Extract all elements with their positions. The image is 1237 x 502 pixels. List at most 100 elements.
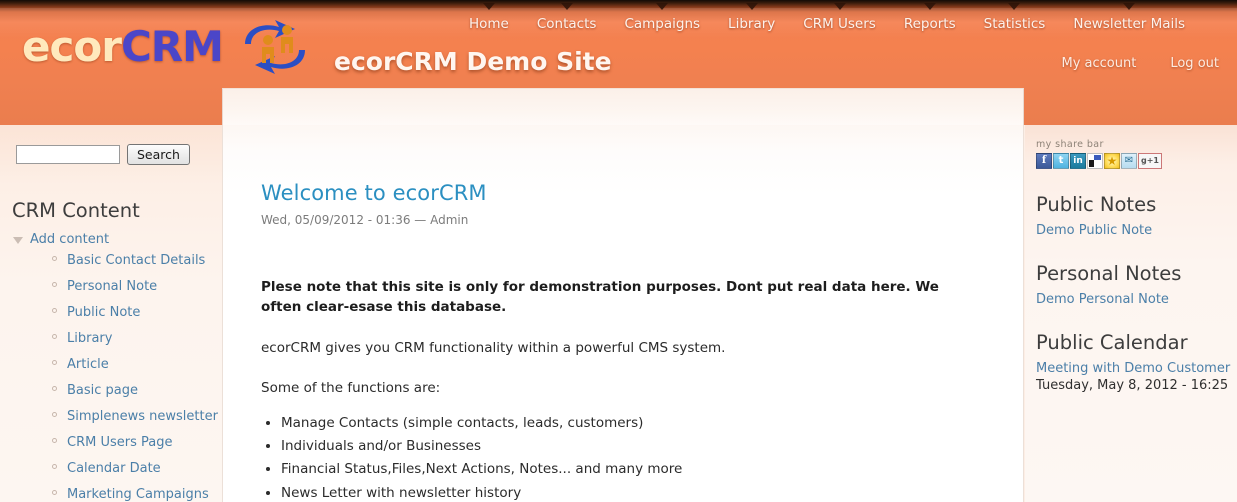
circle-bullet-icon: [52, 490, 57, 495]
circle-bullet-icon: [52, 360, 57, 365]
my-account-link[interactable]: My account: [1062, 56, 1137, 71]
email-icon[interactable]: ✉: [1121, 153, 1137, 169]
demo-warning-text: Plese note that this site is only for de…: [261, 279, 939, 316]
submenu-link-article[interactable]: Article: [67, 357, 109, 372]
circle-bullet-icon: [52, 438, 57, 443]
list-item[interactable]: Marketing Campaigns: [50, 481, 222, 502]
list-item[interactable]: Public Note: [50, 299, 222, 325]
crm-content-menu: Add content Basic Contact Details Person…: [0, 228, 222, 502]
left-sidebar: Search CRM Content Add content Basic Con…: [0, 125, 222, 502]
public-calendar-block-title: Public Calendar: [1036, 331, 1188, 354]
triangle-expand-icon[interactable]: [13, 237, 23, 244]
log-out-link[interactable]: Log out: [1170, 56, 1219, 71]
circle-bullet-icon: [52, 334, 57, 339]
list-item[interactable]: CRM Users Page: [50, 429, 222, 455]
submenu-link-calendar-date[interactable]: Calendar Date: [67, 461, 161, 476]
logo-text: ecorCRM: [22, 26, 224, 68]
submenu-link-marketing-campaigns[interactable]: Marketing Campaigns: [67, 487, 209, 502]
site-logo[interactable]: ecorCRM: [22, 18, 313, 76]
nav-item-library[interactable]: Library: [714, 2, 789, 38]
circle-bullet-icon: [52, 386, 57, 391]
nav-item-label: Campaigns: [624, 16, 701, 32]
site-header: ecorCRM Home Contacts Campaigns Library …: [0, 0, 1237, 125]
site-title: ecorCRM Demo Site: [334, 47, 612, 76]
nav-item-label: Contacts: [536, 16, 597, 32]
submenu-link-public-note[interactable]: Public Note: [67, 305, 140, 320]
circle-bullet-icon: [52, 308, 57, 313]
nav-item-campaigns[interactable]: Campaigns: [610, 2, 714, 38]
nav-item-home[interactable]: Home: [455, 2, 523, 38]
add-content-link[interactable]: Add content: [30, 232, 109, 247]
submenu-link-personal-note[interactable]: Personal Note: [67, 279, 157, 294]
list-item[interactable]: Personal Note: [50, 273, 222, 299]
list-item[interactable]: Article: [50, 351, 222, 377]
functions-list: Manage Contacts (simple contacts, leads,…: [281, 414, 985, 502]
circle-bullet-icon: [52, 464, 57, 469]
submenu-link-library[interactable]: Library: [67, 331, 112, 346]
nav-item-statistics[interactable]: Statistics: [970, 2, 1060, 38]
chevron-down-icon: [923, 3, 936, 10]
nav-item-label: Statistics: [983, 16, 1046, 32]
nav-item-label: Home: [469, 16, 509, 32]
nav-item-label: CRM Users: [803, 16, 876, 32]
logo-text-crm: CRM: [120, 22, 224, 71]
search-button[interactable]: Search: [127, 144, 190, 165]
chevron-down-icon: [656, 3, 669, 10]
main-content: Welcome to ecorCRM Wed, 05/09/2012 - 01:…: [222, 125, 1024, 502]
submenu-link-simplenews-newsletter[interactable]: Simplenews newsletter: [67, 409, 218, 424]
circle-bullet-icon: [52, 256, 57, 261]
list-item: Financial Status,Files,Next Actions, Not…: [281, 460, 985, 478]
logo-text-ecor: ecor: [22, 22, 122, 71]
circle-bullet-icon: [52, 412, 57, 417]
intro-paragraph: ecorCRM gives you CRM functionality with…: [261, 339, 726, 356]
nav-item-label: Reports: [903, 16, 956, 32]
page-body: Search CRM Content Add content Basic Con…: [0, 125, 1237, 502]
submenu-link-crm-users-page[interactable]: CRM Users Page: [67, 435, 172, 450]
nav-item-label: Library: [728, 16, 776, 32]
list-item[interactable]: Library: [50, 325, 222, 351]
nav-item-crm-users[interactable]: CRM Users: [789, 2, 890, 38]
personal-notes-block-title: Personal Notes: [1036, 262, 1182, 285]
chevron-down-icon: [482, 3, 495, 10]
add-content-submenu: Basic Contact Details Personal Note Publ…: [30, 247, 222, 502]
list-item: News Letter with newsletter history: [281, 484, 985, 502]
nav-item-newsletter-mails[interactable]: Newsletter Mails: [1059, 2, 1199, 38]
google-plus-one-icon[interactable]: g+1: [1138, 153, 1162, 169]
nav-item-contacts[interactable]: Contacts: [523, 2, 611, 38]
list-item[interactable]: Basic page: [50, 377, 222, 403]
page-root: ecorCRM Home Contacts Campaigns Library …: [0, 0, 1237, 502]
share-bar[interactable]: f t in ★ ✉ g+1: [1036, 153, 1237, 169]
share-bar-label: my share bar: [1036, 139, 1104, 150]
stumbleupon-icon[interactable]: ★: [1104, 153, 1120, 169]
calendar-event-link[interactable]: Meeting with Demo Customer: [1036, 361, 1237, 376]
user-actions: My account Log out: [1062, 56, 1220, 71]
list-item[interactable]: Simplenews newsletter: [50, 403, 222, 429]
public-notes-block-title: Public Notes: [1036, 193, 1157, 216]
search-block: Search: [0, 144, 222, 165]
circle-bullet-icon: [52, 282, 57, 287]
facebook-icon[interactable]: f: [1036, 153, 1052, 169]
chevron-down-icon: [745, 3, 758, 10]
chevron-down-icon: [1123, 3, 1136, 10]
list-item[interactable]: Basic Contact Details: [50, 247, 222, 273]
twitter-icon[interactable]: t: [1053, 153, 1069, 169]
list-item: Individuals and/or Businesses: [281, 437, 985, 455]
content-panel-tab: [222, 88, 1024, 125]
people-sync-icon: [237, 18, 313, 76]
menu-item-add-content[interactable]: Add content Basic Contact Details Person…: [12, 228, 222, 502]
delicious-icon[interactable]: [1087, 153, 1103, 169]
submenu-link-basic-contact-details[interactable]: Basic Contact Details: [67, 253, 205, 268]
search-input[interactable]: [16, 145, 120, 164]
list-item[interactable]: Calendar Date: [50, 455, 222, 481]
page-title: Welcome to ecorCRM: [261, 181, 487, 205]
crm-content-block-title: CRM Content: [12, 199, 140, 222]
list-item: Manage Contacts (simple contacts, leads,…: [281, 414, 985, 432]
node-submitted-info: Wed, 05/09/2012 - 01:36 — Admin: [261, 213, 469, 227]
linkedin-icon[interactable]: in: [1070, 153, 1086, 169]
calendar-event-date: Tuesday, May 8, 2012 - 16:25: [1036, 378, 1229, 393]
public-note-link[interactable]: Demo Public Note: [1036, 223, 1237, 238]
personal-note-link[interactable]: Demo Personal Note: [1036, 292, 1237, 307]
submenu-link-basic-page[interactable]: Basic page: [67, 383, 138, 398]
primary-navigation[interactable]: Home Contacts Campaigns Library CRM User…: [455, 2, 1199, 38]
nav-item-reports[interactable]: Reports: [890, 2, 970, 38]
